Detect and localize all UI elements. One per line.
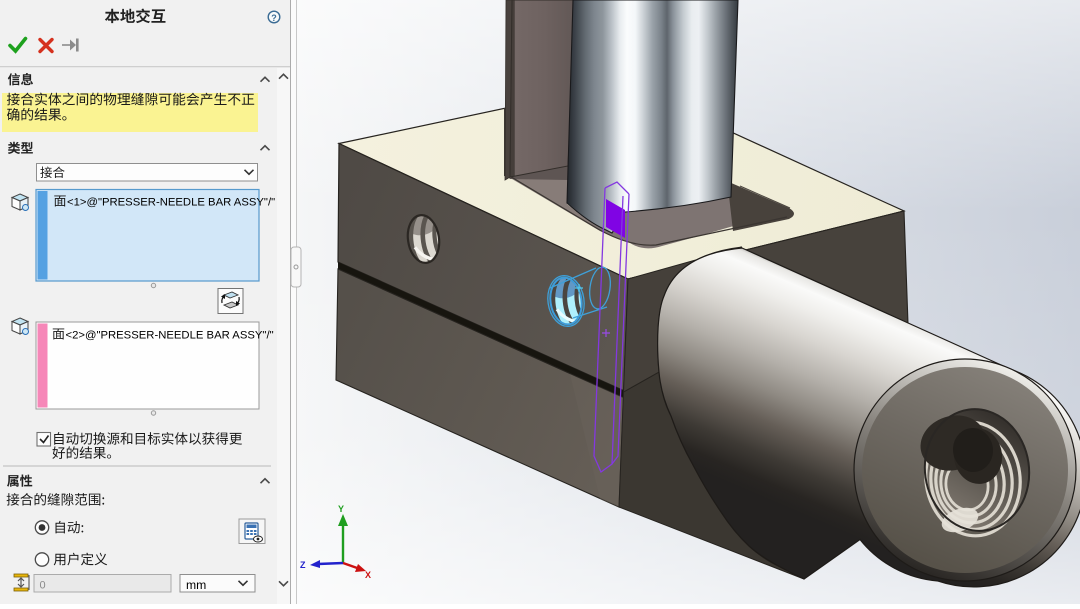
svg-text:<2>@"PRESSER-NEEDLE BAR ASSY"/: <2>@"PRESSER-NEEDLE BAR ASSY"/" <box>66 329 274 341</box>
svg-text:Y: Y <box>338 504 344 514</box>
svg-text:X: X <box>365 570 371 580</box>
svg-text:<1>@"PRESSER-NEEDLE BAR ASSY"/: <1>@"PRESSER-NEEDLE BAR ASSY"/" <box>67 196 275 208</box>
svg-text:?: ? <box>271 13 277 23</box>
svg-text:mm: mm <box>186 578 206 592</box>
svg-text:0: 0 <box>40 580 46 592</box>
svg-text:Z: Z <box>300 560 306 570</box>
